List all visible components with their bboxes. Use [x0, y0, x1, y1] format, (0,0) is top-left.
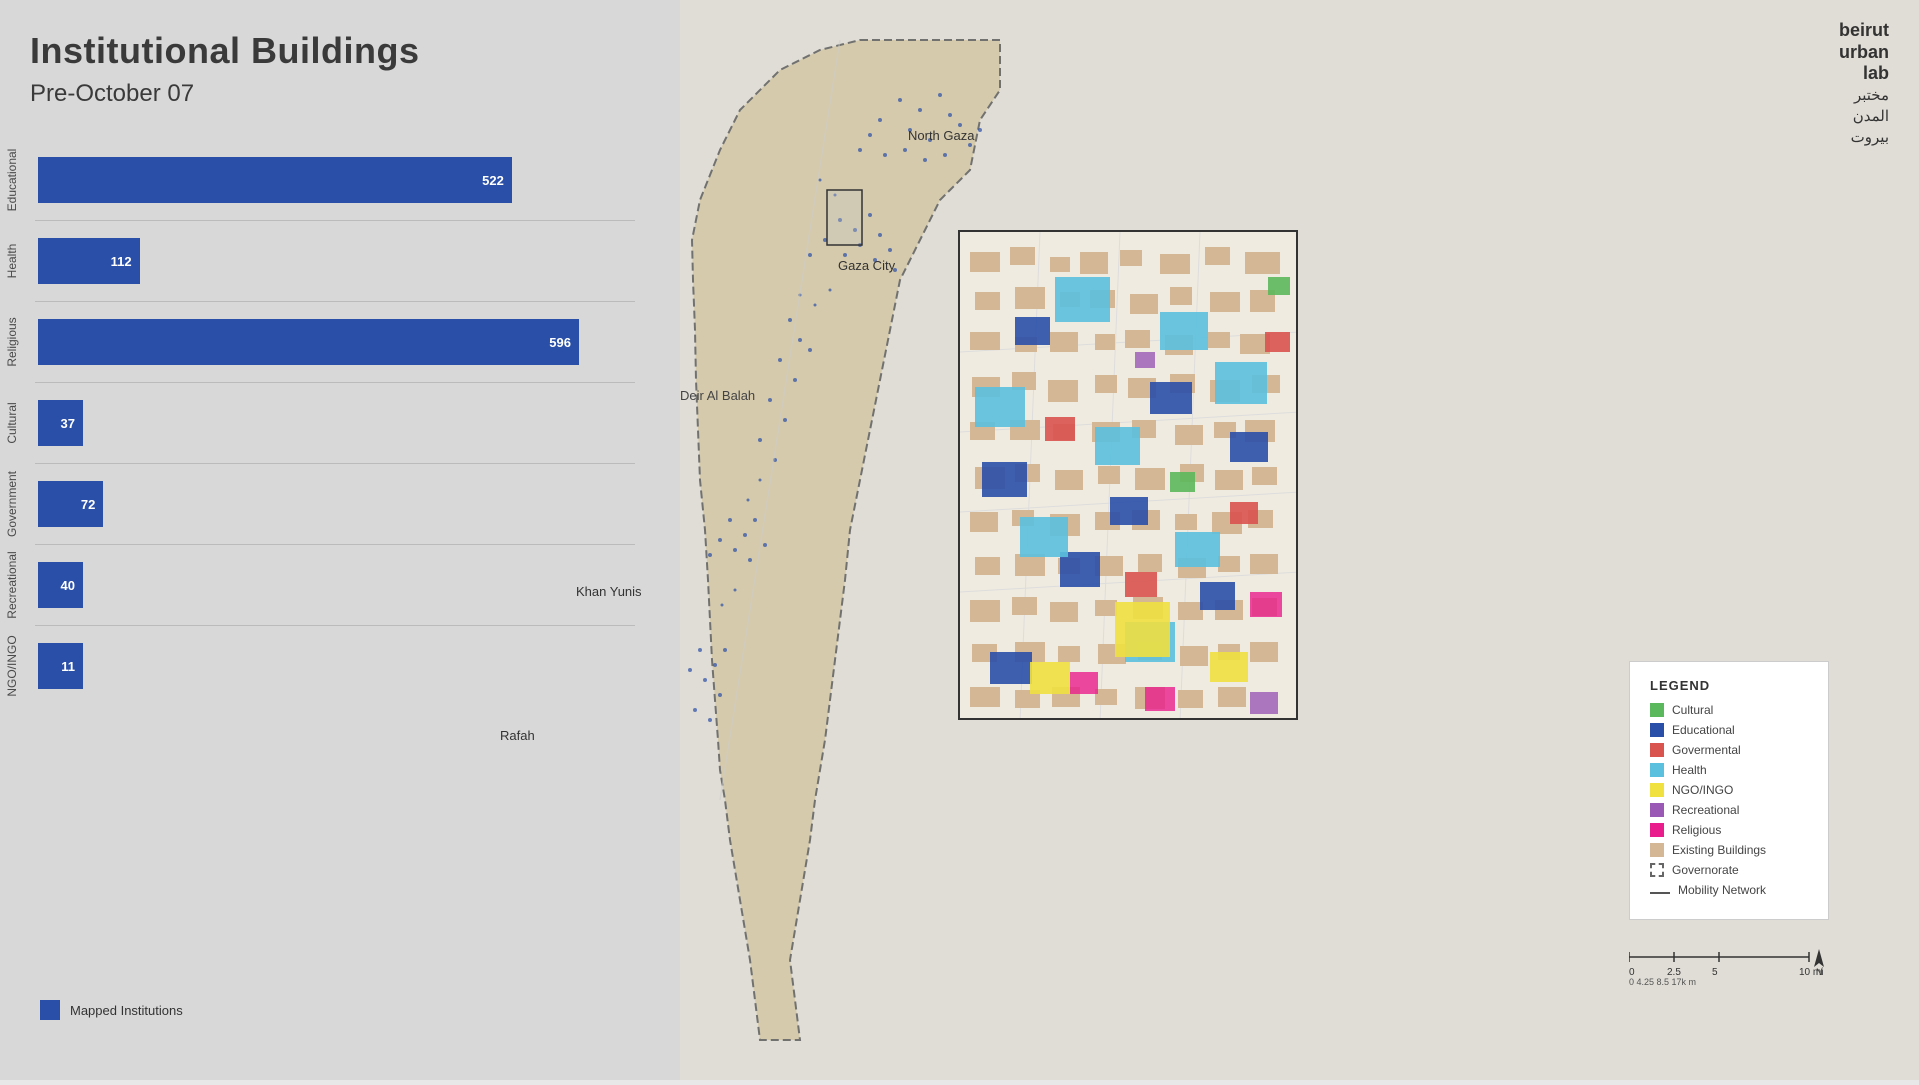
chart-label-recreational: Recreational [5, 551, 33, 618]
bar-container-government: 72 [38, 481, 103, 527]
legend-label-health: Health [1672, 763, 1707, 777]
legend-item-health: Health [1650, 763, 1808, 777]
legend-item-ngo-ingo: NGO/INGO [1650, 783, 1808, 797]
inset-map-svg [960, 232, 1298, 720]
chart-area: Educational 522 Health 112 Religious 596 Cultu… [0, 140, 670, 706]
legend-label-ngo-ingo: NGO/INGO [1672, 783, 1733, 797]
bar-value-cultural: 37 [61, 416, 75, 431]
chart-label-educational: Educational [5, 149, 33, 212]
legend-item-recreational: Recreational [1650, 803, 1808, 817]
bar-value-religious: 596 [549, 335, 571, 350]
chart-label-cultural: Cultural [5, 402, 33, 443]
main-title: Institutional Buildings [30, 30, 419, 72]
bar-value-government: 72 [81, 497, 95, 512]
legend-label-existing buildings: Existing Buildings [1672, 843, 1766, 857]
deir-label: Deir Al Balah [680, 388, 755, 403]
legend-item-existing buildings: Existing Buildings [1650, 843, 1808, 857]
legend-item-educational: Educational [1650, 723, 1808, 737]
chart-row-ngo/ingo: NGO/INGO 11 [0, 626, 670, 706]
legend-color-educational [1650, 723, 1664, 737]
chart-row-educational: Educational 522 [0, 140, 670, 220]
chart-row-government: Government 72 [0, 464, 670, 544]
title-area: Institutional Buildings Pre-October 07 [30, 30, 419, 108]
inset-map [958, 230, 1298, 720]
chart-row-cultural: Cultural 37 [0, 383, 670, 463]
legend-color-existing buildings [1650, 843, 1664, 857]
bar-cultural: 37 [38, 400, 83, 446]
scale-svg: 0 2.5 5 10 mi 0 4.25 8.5 17k m N [1629, 947, 1829, 987]
legend-label-educational: Educational [1672, 723, 1735, 737]
legend-item-govermental: Govermental [1650, 743, 1808, 757]
legend-color-ngo-ingo [1650, 783, 1664, 797]
scale-bar: 0 2.5 5 10 mi 0 4.25 8.5 17k m N [1629, 947, 1829, 990]
chart-label-health: Health [5, 244, 33, 279]
bar-value-health: 112 [111, 254, 132, 269]
mapped-legend-label: Mapped Institutions [70, 1003, 183, 1018]
legend-label-mobility network: Mobility Network [1678, 883, 1766, 897]
legend-box: LEGEND Cultural Educational Govermental Hea… [1629, 661, 1829, 920]
legend-color-religious [1650, 823, 1664, 837]
bar-government: 72 [38, 481, 103, 527]
bar-container-ngo/ingo: 11 [38, 643, 83, 689]
bar-recreational: 40 [38, 562, 83, 608]
sub-title: Pre-October 07 [30, 80, 419, 108]
legend-title: LEGEND [1650, 678, 1808, 693]
legend-label-religious: Religious [1672, 823, 1721, 837]
svg-text:5: 5 [1712, 967, 1718, 978]
chart-label-religious: Religious [5, 317, 33, 366]
logo-en-line3: lab [1839, 63, 1889, 85]
logo-area: beirut urban lab مختبرالمدنبيروت [1839, 20, 1889, 148]
mapped-legend-color [40, 1000, 60, 1020]
city-rafah: Rafah [500, 728, 535, 743]
legend-color-governorate [1650, 863, 1664, 877]
city-khan-yunis: Khan Yunis [576, 584, 642, 599]
bar-value-ngo/ingo: 11 [61, 659, 75, 674]
bar-value-recreational: 40 [61, 578, 75, 593]
bar-container-educational: 522 [38, 157, 512, 203]
bar-container-health: 112 [38, 238, 140, 284]
svg-text:N: N [1816, 967, 1823, 977]
legend-label-governorate: Governorate [1672, 863, 1739, 877]
chart-row-recreational: Recreational 40 [0, 545, 670, 625]
bar-ngo/ingo: 11 [38, 643, 83, 689]
svg-text:0 4.25 8.5 17k m: 0 4.25 8.5 17k m [1629, 977, 1696, 987]
legend-label-recreational: Recreational [1672, 803, 1739, 817]
mapped-legend: Mapped Institutions [40, 1000, 183, 1020]
legend-color-health [1650, 763, 1664, 777]
legend-color-govermental [1650, 743, 1664, 757]
chart-label-ngo/ingo: NGO/INGO [5, 635, 33, 696]
bar-container-recreational: 40 [38, 562, 83, 608]
inset-indicator [827, 190, 862, 245]
city-gaza: Gaza City [838, 258, 895, 273]
logo-arabic: مختبرالمدنبيروت [1839, 85, 1889, 148]
chart-row-religious: Religious 596 [0, 302, 670, 382]
legend-item-religious: Religious [1650, 823, 1808, 837]
legend-item-governorate: Governorate [1650, 863, 1808, 877]
legend-item-cultural: Cultural [1650, 703, 1808, 717]
logo-en-line1: beirut [1839, 20, 1889, 42]
chart-row-health: Health 112 [0, 221, 670, 301]
bar-value-educational: 522 [482, 173, 504, 188]
city-north-gaza: North Gaza [908, 128, 974, 143]
bar-religious: 596 [38, 319, 579, 365]
legend-color-mobility network [1650, 892, 1670, 894]
legend-item-mobility network: Mobility Network [1650, 883, 1808, 897]
bar-container-cultural: 37 [38, 400, 83, 446]
legend-label-cultural: Cultural [1672, 703, 1713, 717]
legend-label-govermental: Govermental [1672, 743, 1741, 757]
chart-label-government: Government [5, 471, 33, 537]
logo-en-line2: urban [1839, 42, 1889, 64]
bar-educational: 522 [38, 157, 512, 203]
bar-container-religious: 596 [38, 319, 579, 365]
bar-health: 112 [38, 238, 140, 284]
legend-color-cultural [1650, 703, 1664, 717]
legend-color-recreational [1650, 803, 1664, 817]
